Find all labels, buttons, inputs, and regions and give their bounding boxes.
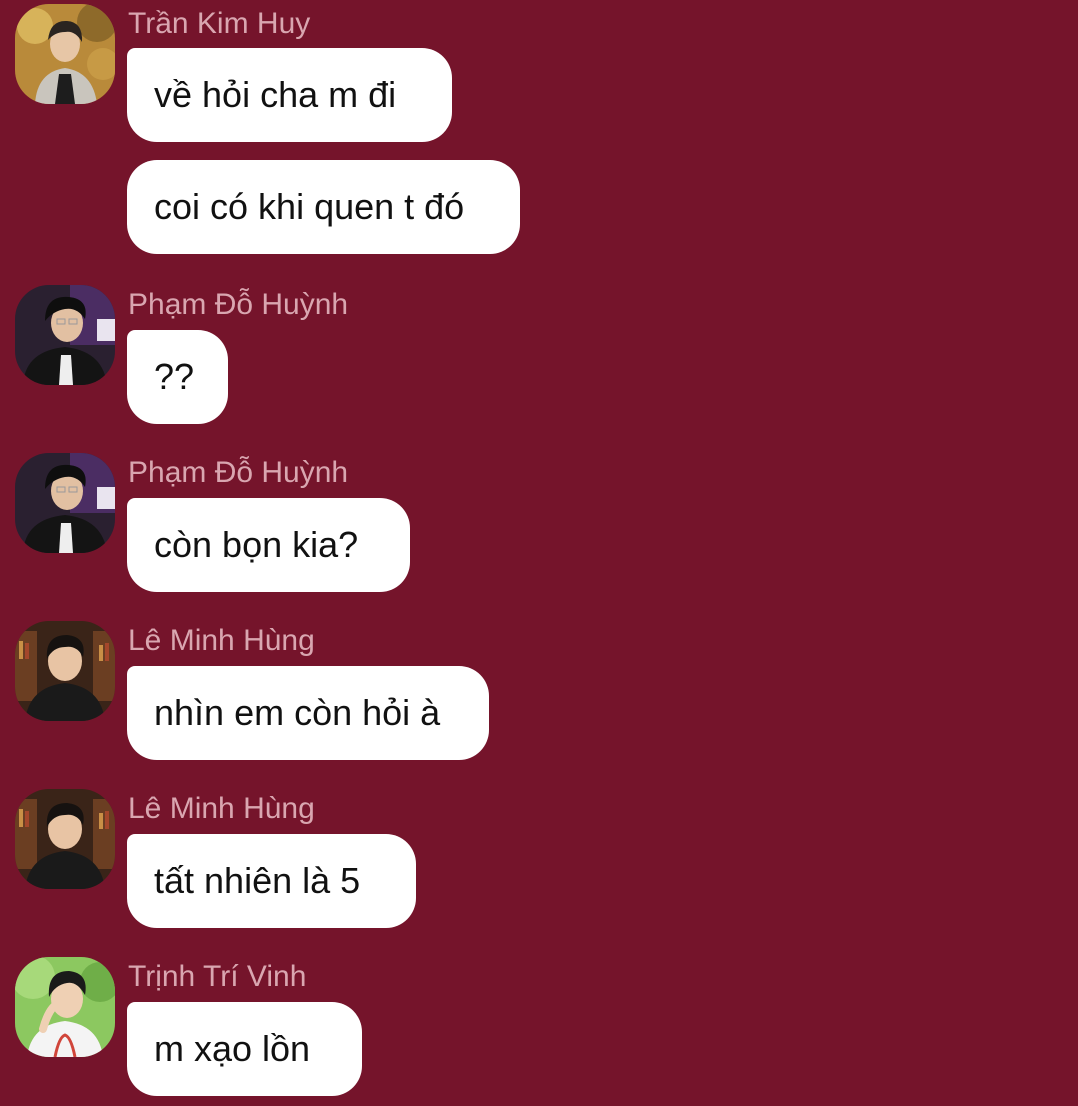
user-avatar-icon[interactable] <box>15 453 115 553</box>
message-bubble[interactable]: m xạo lồn <box>127 1002 362 1096</box>
sender-name: Lê Minh Hùng <box>128 792 315 825</box>
user-avatar-icon[interactable] <box>15 957 115 1057</box>
sender-name: Phạm Đỗ Huỳnh <box>128 288 349 321</box>
user-avatar-icon[interactable] <box>15 285 115 385</box>
message-bubble[interactable]: ?? <box>127 330 228 424</box>
sender-name: Lê Minh Hùng <box>128 624 315 657</box>
sender-name: Phạm Đỗ Huỳnh <box>128 456 349 489</box>
message-bubble[interactable]: coi có khi quen t đó <box>127 160 520 254</box>
sender-name: Trịnh Trí Vinh <box>128 960 307 993</box>
message-bubble[interactable]: nhìn em còn hỏi à <box>127 666 489 760</box>
chat-message-list[interactable]: Trần Kim Huy về hỏi cha m đi coi có khi … <box>0 0 1078 1106</box>
user-avatar-icon[interactable] <box>15 789 115 889</box>
message-bubble[interactable]: về hỏi cha m đi <box>127 48 452 142</box>
message-bubble[interactable]: tất nhiên là 5 <box>127 834 416 928</box>
user-avatar-icon[interactable] <box>15 4 115 104</box>
sender-name: Trần Kim Huy <box>128 7 311 40</box>
message-bubble[interactable]: còn bọn kia? <box>127 498 410 592</box>
user-avatar-icon[interactable] <box>15 621 115 721</box>
